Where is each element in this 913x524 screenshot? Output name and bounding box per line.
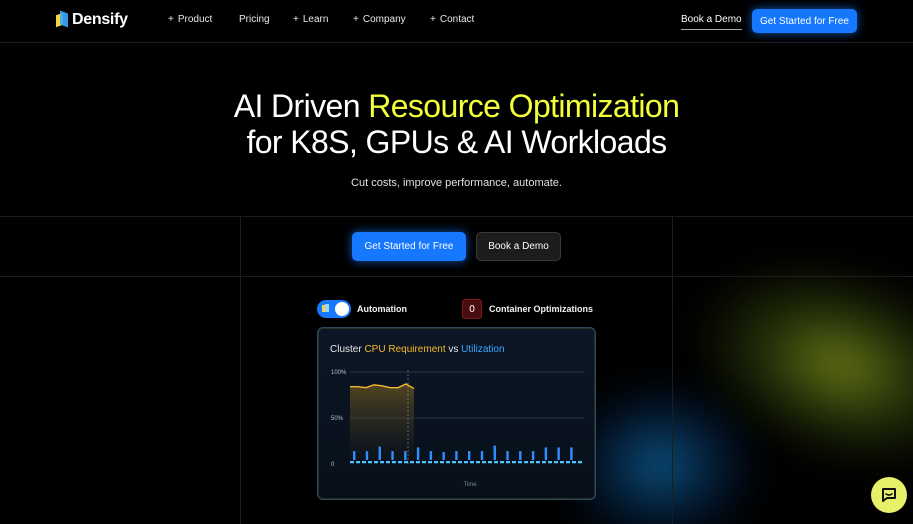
plus-icon: + [430,14,436,25]
y-tick-label: 100% [331,370,347,376]
container-optimizations-label: Container Optimizations [489,304,594,314]
nav-item-label: Learn [302,14,329,25]
utilization-bar [480,451,484,460]
nav-item-product[interactable]: + Product [168,14,212,25]
toggle-knob [335,302,349,316]
chat-bubble-icon [882,488,896,502]
utilization-bar [570,447,573,460]
divider [672,216,673,524]
utilization-bar [391,451,394,460]
divider [0,42,913,43]
utilization-bar [404,451,407,460]
nav-item-company[interactable]: + Company [353,14,406,25]
plus-icon: + [353,14,359,25]
utilization-bar [506,451,509,460]
logo[interactable]: Densify [56,10,128,29]
divider [240,216,241,524]
hero-title-line-1: AI Driven Resource Optimization [0,88,913,125]
y-tick-label: 0 [331,462,335,468]
x-axis-label: Time [463,482,477,488]
cpu-chart: 100% 50% 0 Time [331,370,584,488]
nav-item-label: Company [362,14,406,25]
utilization-bar [519,451,522,460]
chat-button[interactable] [871,477,907,513]
densify-logo-icon [56,10,69,28]
utilization-bar [544,447,548,460]
nav-item-pricing[interactable]: Pricing [239,14,270,25]
utilization-bar [468,451,471,460]
book-demo-link[interactable]: Book a Demo [681,14,742,30]
chart-card: Cluster CPU Requirement vs Utilization 1… [317,327,596,500]
hero-get-started-button[interactable]: Get Started for Free [352,232,466,261]
utilization-bar [378,446,381,460]
utilization-bar [493,445,496,460]
y-tick-label: 50% [331,416,344,422]
utilization-bar [353,451,356,460]
divider [0,216,913,217]
nav-item-label: Contact [439,14,475,25]
densify-logo-icon [322,304,330,314]
nav-item-contact[interactable]: + Contact [430,14,474,25]
utilization-bar [365,451,369,460]
hero-title-line-2: for K8S, GPUs & AI Workloads [246,124,667,160]
get-started-button[interactable]: Get Started for Free [752,9,857,33]
automation-toggle[interactable] [317,300,351,318]
divider [0,276,913,277]
logo-text: Densify [72,11,128,28]
hero-title-prefix: AI Driven [233,88,369,124]
hero-subtitle: Cut costs, improve performance, automate… [351,177,562,189]
utilization-bar [442,452,445,460]
utilization-bar [416,447,420,460]
automation-label: Automation [357,304,407,314]
utilization-bar [455,451,458,460]
nav-item-label: Product [177,14,213,25]
nav-item-label: Pricing [239,14,270,25]
container-optimizations-counter: 0 [462,299,482,319]
utilization-bar [557,447,560,460]
hero-book-demo-button[interactable]: Book a Demo [476,232,561,261]
plus-icon: + [293,14,299,25]
utilization-bar [429,451,433,460]
utilization-bar [531,451,535,460]
hero-title-highlight: Resource Optimization [368,88,680,124]
nav-item-learn[interactable]: + Learn [293,14,328,25]
top-nav: Densify + Product Pricing + Learn + Company… [0,0,913,42]
plus-icon: + [168,14,174,25]
